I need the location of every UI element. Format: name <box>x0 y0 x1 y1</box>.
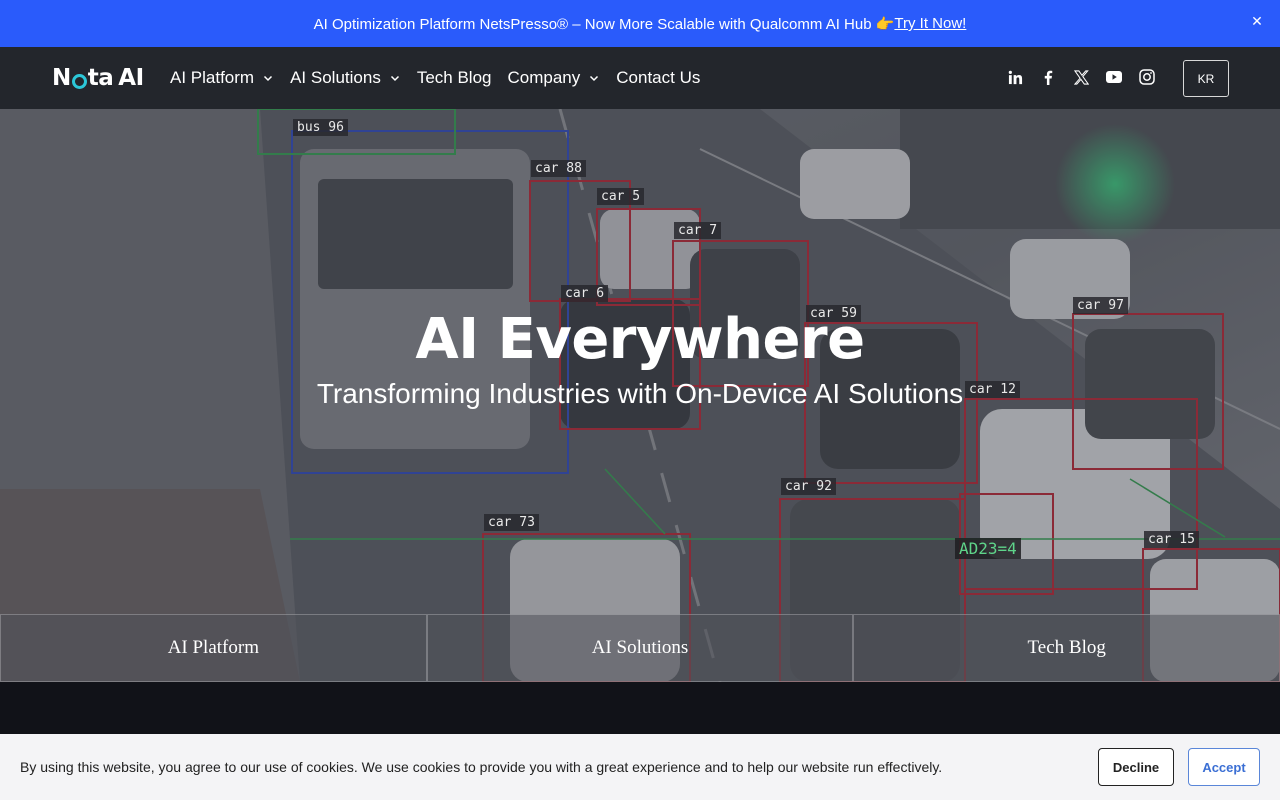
close-icon[interactable]: ✕ <box>1248 12 1266 30</box>
menu-ai-platform[interactable]: AI Platform <box>170 68 274 88</box>
linkedin-icon[interactable] <box>1006 68 1024 86</box>
language-button[interactable]: KR <box>1183 60 1229 97</box>
detection-label: AD23=4 <box>955 538 1021 559</box>
social-links <box>1006 68 1171 86</box>
menu-tech-blog[interactable]: Tech Blog <box>417 68 492 88</box>
tile-tech-blog[interactable]: Tech Blog <box>853 614 1280 682</box>
menu-company[interactable]: Company <box>508 68 601 88</box>
hero-section: bus 96 car 88 car 5 car 7 car 6 car 59 c… <box>0 109 1280 682</box>
youtube-icon[interactable] <box>1105 68 1123 86</box>
detection-label: car 7 <box>674 222 722 239</box>
announcement-link[interactable]: Try It Now! <box>894 15 966 32</box>
detection-label: car 92 <box>781 478 836 495</box>
menu-ai-solutions[interactable]: AI Solutions <box>290 68 401 88</box>
top-navbar: Nta AI AI Platform AI Solutions Tech Blog… <box>0 47 1280 109</box>
hero-subtitle: Transforming Industries with On-Device A… <box>316 378 964 409</box>
instagram-icon[interactable] <box>1138 68 1156 86</box>
chevron-down-icon <box>389 72 401 84</box>
hero-title: AI Everywhere <box>415 307 865 372</box>
hero-tiles: AI Platform AI Solutions Tech Blog <box>0 614 1280 682</box>
logo-ring-icon <box>71 73 87 89</box>
menu-contact-us[interactable]: Contact Us <box>616 68 700 88</box>
detection-label: bus 96 <box>293 119 348 136</box>
detection-label: car 5 <box>597 188 645 205</box>
detection-label: car 6 <box>561 285 609 302</box>
x-icon[interactable] <box>1072 68 1090 86</box>
announcement-bar: AI Optimization Platform NetsPresso® – N… <box>0 0 1280 47</box>
menu-label: AI Solutions <box>290 68 381 87</box>
menu-label: Contact Us <box>616 68 701 87</box>
logo-ai: AI <box>118 65 144 91</box>
tile-ai-solutions[interactable]: AI Solutions <box>426 614 854 682</box>
decline-button[interactable]: Decline <box>1098 748 1174 786</box>
tile-ai-platform[interactable]: AI Platform <box>0 614 427 682</box>
cookie-message: By using this website, you agree to our … <box>20 759 943 775</box>
cookie-banner: By using this website, you agree to our … <box>0 734 1280 800</box>
detection-label: car 88 <box>531 160 586 177</box>
logo-letter: N <box>52 65 71 91</box>
detection-label: car 73 <box>484 514 539 531</box>
logo-letters: ta <box>87 65 114 91</box>
chevron-down-icon <box>262 72 274 84</box>
main-menu: AI Platform AI Solutions Tech Blog Compa… <box>170 47 716 109</box>
detection-label: car 15 <box>1144 531 1199 548</box>
menu-label: AI Platform <box>170 68 255 87</box>
chevron-down-icon <box>588 72 600 84</box>
facebook-icon[interactable] <box>1039 68 1057 86</box>
announcement-text: AI Optimization Platform NetsPresso® – N… <box>313 15 895 33</box>
menu-label: Tech Blog <box>416 68 492 87</box>
nota-ai-logo[interactable]: Nta AI <box>52 65 144 91</box>
menu-label: Company <box>507 68 581 87</box>
accept-button[interactable]: Accept <box>1188 748 1260 786</box>
